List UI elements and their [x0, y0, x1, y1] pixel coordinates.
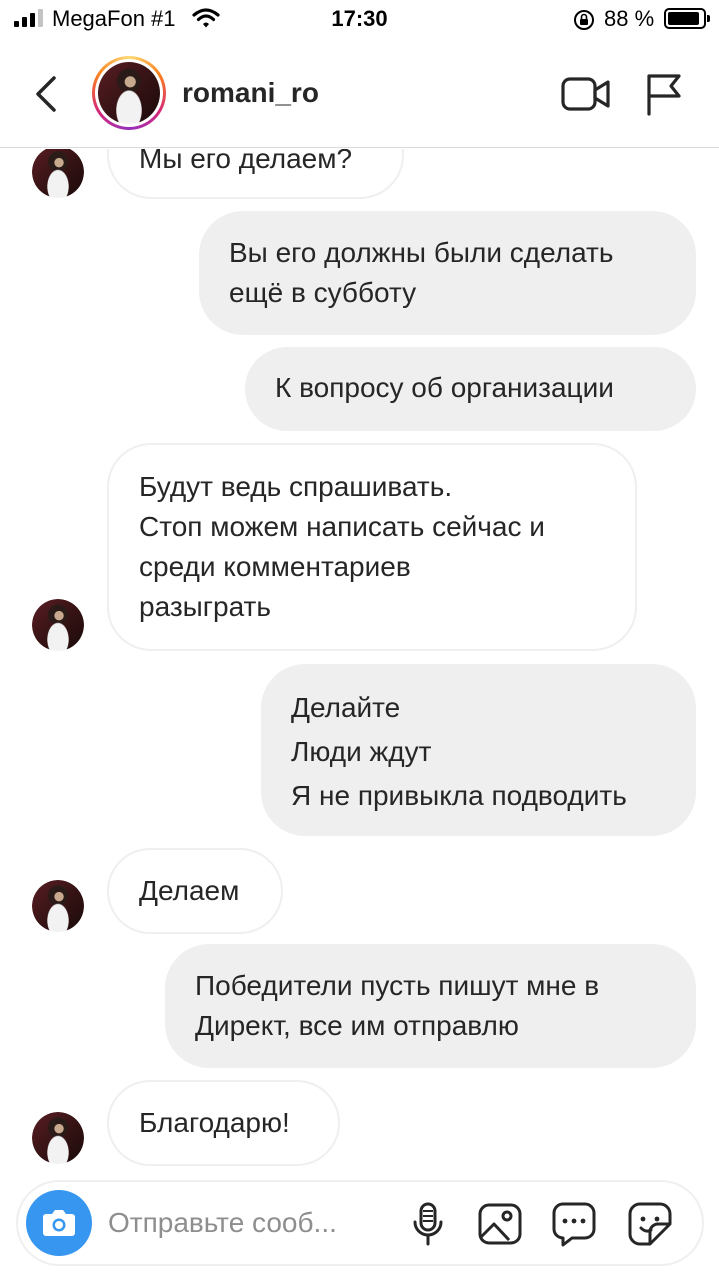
message-outgoing[interactable]: Победители пусть пишут мне в Директ, все…	[165, 944, 696, 1068]
message-outgoing[interactable]: К вопросу об организации	[245, 347, 696, 431]
message-incoming[interactable]: Будут ведь спрашивать. Стоп можем написа…	[107, 443, 637, 651]
chat-username[interactable]: romani_ro	[182, 77, 319, 109]
message-text: Мы его делаем?	[139, 149, 353, 174]
sender-avatar[interactable]	[32, 1112, 84, 1164]
message-outgoing[interactable]: Вы его должны были сделать ещё в субботу	[199, 211, 696, 335]
battery-icon	[664, 8, 710, 29]
message-text: Будут ведь спрашивать.	[139, 471, 453, 502]
microphone-icon[interactable]	[404, 1200, 452, 1248]
message-composer	[16, 1180, 704, 1266]
message-text: К вопросу об организации	[275, 372, 614, 403]
video-camera-icon[interactable]	[560, 76, 612, 112]
image-gallery-icon[interactable]	[476, 1200, 524, 1248]
status-bar: MegaFon #1 17:30 88 %	[0, 0, 719, 40]
message-thread[interactable]: Мы его делаем? Вы его должны были сделат…	[0, 149, 719, 1169]
camera-icon	[43, 1210, 75, 1236]
message-text: Победители пусть пишут мне в	[195, 970, 600, 1001]
message-text: разыграть	[139, 591, 271, 622]
message-text: Благодарю!	[139, 1107, 290, 1138]
orientation-lock-icon	[574, 10, 594, 30]
message-incoming[interactable]: Делаем	[107, 848, 283, 934]
profile-avatar[interactable]	[92, 56, 166, 130]
avatar-image	[98, 62, 160, 124]
sender-avatar[interactable]	[32, 880, 84, 932]
flag-icon[interactable]	[644, 72, 684, 116]
chat-bubble-icon[interactable]	[550, 1200, 598, 1248]
message-text: Делаем	[139, 875, 240, 906]
message-text: ещё в субботу	[229, 277, 417, 308]
camera-button[interactable]	[26, 1190, 92, 1256]
sender-avatar[interactable]	[32, 599, 84, 651]
message-incoming[interactable]: Благодарю!	[107, 1080, 340, 1166]
message-text: Стоп можем написать сейчас и	[139, 511, 545, 542]
message-incoming[interactable]: Мы его делаем?	[107, 149, 404, 199]
sticker-icon[interactable]	[626, 1200, 674, 1248]
message-text: Я не привыкла подводить	[291, 780, 627, 811]
message-text: среди комментариев	[139, 551, 411, 582]
message-text: Вы его должны были сделать	[229, 237, 614, 268]
message-text: Делайте	[291, 692, 401, 723]
message-text: Люди ждут	[291, 736, 432, 767]
message-outgoing[interactable]: Делайте Люди ждут Я не привыкла подводит…	[261, 664, 696, 836]
message-text: Директ, все им отправлю	[195, 1010, 519, 1041]
chevron-left-icon[interactable]	[28, 70, 64, 118]
battery-percent: 88 %	[604, 6, 655, 31]
chat-header: romani_ro	[0, 40, 719, 148]
message-input[interactable]	[108, 1198, 398, 1248]
sender-avatar[interactable]	[32, 149, 84, 198]
